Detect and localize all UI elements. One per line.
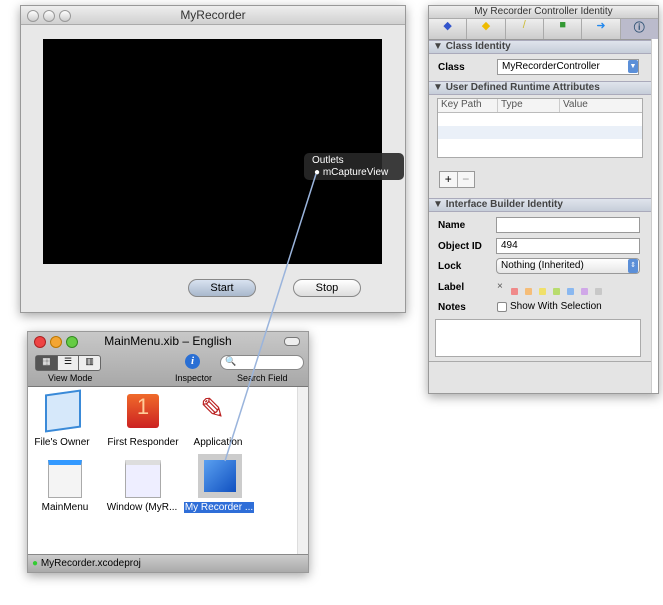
connection-line [224,173,317,462]
